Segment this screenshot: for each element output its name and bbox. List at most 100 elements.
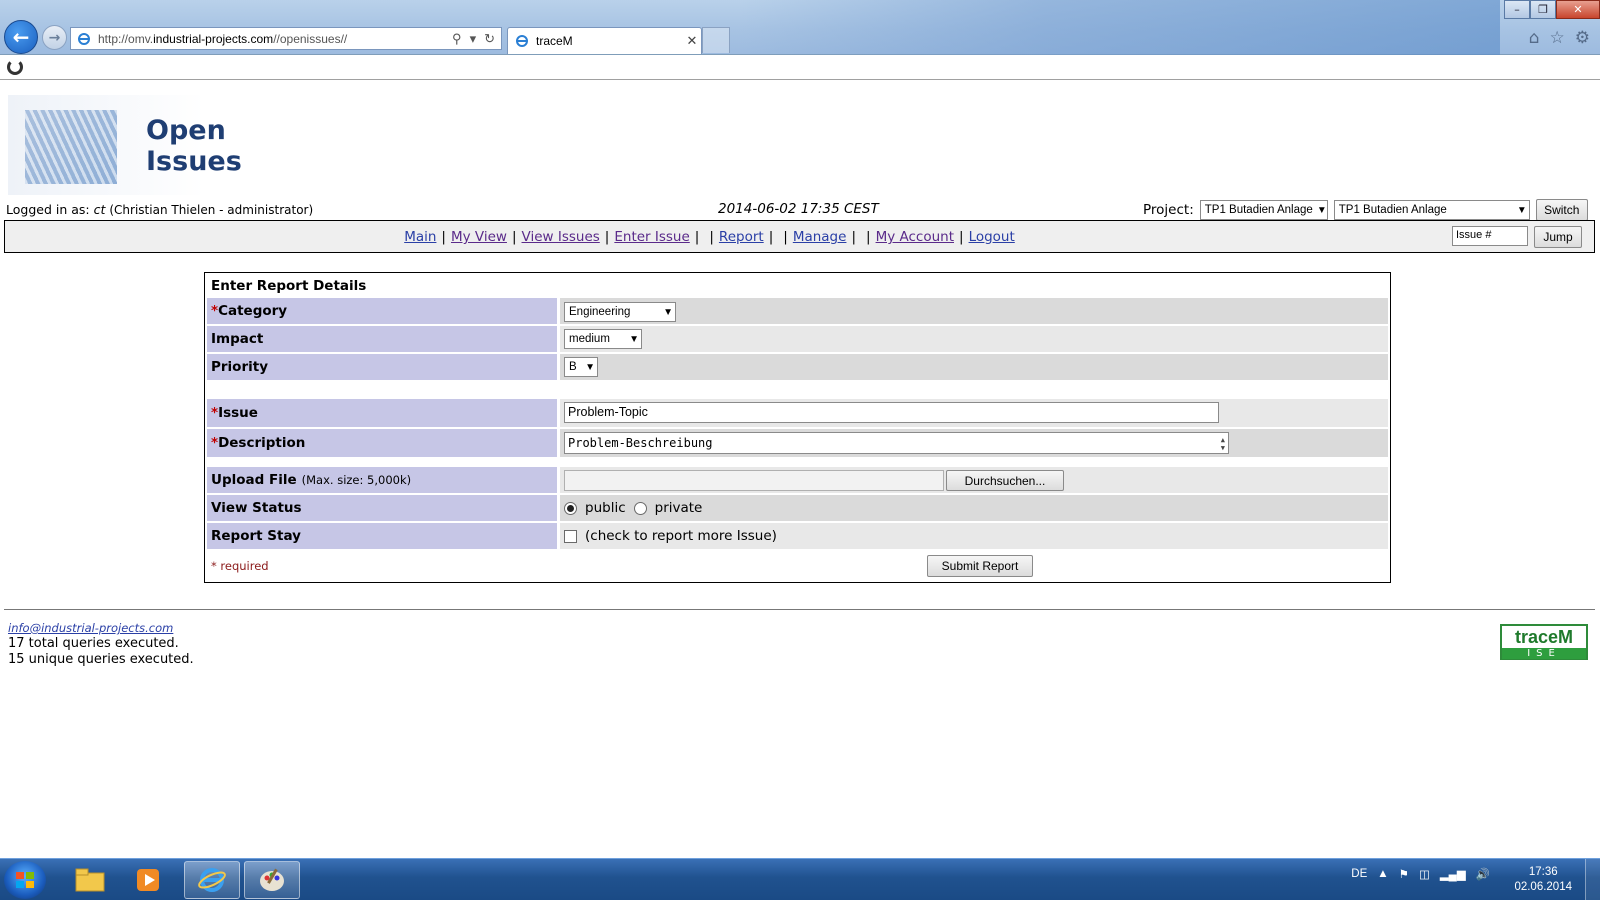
issue-row: * Issue Problem-Topic xyxy=(207,399,1388,427)
public-radio[interactable] xyxy=(564,501,577,515)
report-form: Enter Report Details * Category Engineeri… xyxy=(204,272,1391,583)
main-menu: Main | My View | View Issues | Enter Issue | | Re… xyxy=(4,220,1595,253)
home-icon[interactable]: ⌂ xyxy=(1529,28,1540,48)
file-path-input[interactable] xyxy=(564,470,944,491)
chevron-down-icon: ▼ xyxy=(629,333,639,345)
internet-explorer-icon xyxy=(198,868,226,892)
impact-select[interactable]: medium ▼ xyxy=(564,329,642,349)
description-row: * Description Problem-Beschreibung ▲ ▼ xyxy=(207,429,1388,457)
minimize-button[interactable]: – xyxy=(1504,0,1530,19)
category-select[interactable]: Engineering ▼ xyxy=(564,302,676,322)
private-radio[interactable] xyxy=(633,501,647,515)
chevron-down-icon: ▼ xyxy=(1316,204,1327,216)
project-select-2[interactable]: TP1 Butadien Anlage ▼ xyxy=(1333,200,1530,220)
page-title: Open Issues xyxy=(146,115,242,177)
menu-manage[interactable]: Manage xyxy=(793,229,847,245)
browser-tab[interactable]: traceM ✕ xyxy=(507,27,702,54)
menu-report[interactable]: Report xyxy=(719,229,764,245)
jump-button[interactable]: Jump xyxy=(1534,226,1582,248)
language-indicator[interactable]: DE xyxy=(1351,868,1367,880)
favorites-star-icon[interactable]: ☆ xyxy=(1550,28,1565,48)
close-tab-icon[interactable]: ✕ xyxy=(683,33,701,49)
action-center-flag-icon[interactable]: ⚑ xyxy=(1399,867,1409,881)
command-bar xyxy=(0,56,1600,80)
menu-logout[interactable]: Logout xyxy=(969,229,1015,245)
tab-title: traceM xyxy=(536,34,573,48)
tracem-logo[interactable]: traceM ISE xyxy=(1500,624,1588,660)
user-fullname: (Christian Thielen - administrator) xyxy=(109,203,314,217)
category-row: * Category Engineering ▼ xyxy=(207,298,1388,324)
priority-select[interactable]: B ▼ xyxy=(564,357,598,377)
username: ct xyxy=(93,202,106,217)
paint-palette-icon xyxy=(260,868,284,891)
maximize-button[interactable]: ❐ xyxy=(1530,0,1556,19)
required-note: * required xyxy=(211,559,269,573)
device-icon[interactable]: ◫ xyxy=(1419,867,1430,881)
taskbar-explorer[interactable] xyxy=(62,861,118,899)
windows-logo-icon xyxy=(16,872,34,888)
taskbar-media-player[interactable] xyxy=(120,861,176,899)
view-status-row: View Status public private xyxy=(207,495,1388,521)
required-mark: * xyxy=(211,435,219,451)
menu-my-account[interactable]: My Account xyxy=(876,229,954,245)
browser-chrome: ← → http://omv.industrial-projects.com//… xyxy=(0,0,1600,55)
dropdown-icon[interactable]: ▾ xyxy=(470,31,477,47)
required-mark: * xyxy=(211,303,219,319)
taskbar: DE ▲ ⚑ ◫ ▂▄▆ 🔊 17:36 02.06.2014 xyxy=(0,858,1600,901)
unique-queries-text: 15 unique queries executed. xyxy=(8,652,194,667)
media-player-icon xyxy=(137,869,159,891)
menu-my-view[interactable]: My View xyxy=(451,229,507,245)
issue-input[interactable]: Problem-Topic xyxy=(564,402,1219,423)
menu-enter-issue[interactable]: Enter Issue xyxy=(614,229,689,245)
form-title: Enter Report Details xyxy=(211,278,367,294)
address-url[interactable]: http://omv.industrial-projects.com//open… xyxy=(98,32,452,46)
taskbar-internet-explorer[interactable] xyxy=(184,861,240,899)
file-upload: Durchsuchen... xyxy=(564,470,1064,491)
chevron-down-icon: ▼ xyxy=(585,361,595,373)
arrow-right-icon: → xyxy=(48,29,61,46)
folder-icon xyxy=(75,868,105,892)
login-info: Logged in as: ct (Christian Thielen - ad… xyxy=(6,202,314,217)
browse-button[interactable]: Durchsuchen... xyxy=(946,470,1064,491)
system-clock[interactable]: 17:36 02.06.2014 xyxy=(1514,865,1572,895)
report-stay-checkbox[interactable] xyxy=(564,529,577,543)
switch-button[interactable]: Switch xyxy=(1535,199,1588,221)
gear-icon[interactable]: ⚙ xyxy=(1575,28,1590,48)
contact-email-link[interactable]: info@industrial-projects.com xyxy=(8,621,173,635)
back-button[interactable]: ← xyxy=(4,20,38,54)
impact-row: Impact medium ▼ xyxy=(207,326,1388,352)
description-textarea[interactable]: Problem-Beschreibung ▲ ▼ xyxy=(564,432,1229,454)
taskbar-paint[interactable] xyxy=(244,861,300,899)
arrow-left-icon: ← xyxy=(12,25,30,49)
new-tab-button[interactable] xyxy=(702,27,730,53)
close-window-button[interactable]: ✕ xyxy=(1556,0,1600,19)
address-bar[interactable]: http://omv.industrial-projects.com//open… xyxy=(70,27,502,50)
start-button[interactable] xyxy=(4,861,46,899)
show-desktop-button[interactable] xyxy=(1585,859,1600,901)
report-stay-row: Report Stay (check to report more Issue) xyxy=(207,523,1388,549)
network-signal-icon[interactable]: ▂▄▆ xyxy=(1440,867,1466,881)
menu-view-issues[interactable]: View Issues xyxy=(522,229,600,245)
issue-number-input[interactable]: Issue # xyxy=(1452,226,1528,246)
forward-button[interactable]: → xyxy=(42,25,67,50)
chevron-down-icon: ▼ xyxy=(1516,204,1527,216)
project-label: Project: xyxy=(1143,202,1194,218)
refresh-icon[interactable]: ↻ xyxy=(484,31,495,47)
priority-row: Priority B ▼ xyxy=(207,354,1388,380)
search-icon[interactable]: ⚲ xyxy=(452,31,462,47)
show-hidden-icons-icon[interactable]: ▲ xyxy=(1377,868,1388,880)
page-banner: Open Issues xyxy=(8,95,254,195)
ie-tab-icon xyxy=(514,33,530,49)
total-queries-text: 17 total queries executed. xyxy=(8,636,179,651)
footer-divider xyxy=(4,609,1595,610)
chevron-down-icon: ▼ xyxy=(663,306,673,318)
banner-image xyxy=(25,110,117,184)
submit-report-button[interactable]: Submit Report xyxy=(927,555,1033,577)
textarea-scroll-arrows-icon[interactable]: ▲ ▼ xyxy=(1221,436,1225,452)
current-datetime: 2014-06-02 17:35 CEST xyxy=(718,201,879,217)
menu-main[interactable]: Main xyxy=(404,229,436,245)
ie-page-icon xyxy=(76,31,92,47)
volume-icon[interactable]: 🔊 xyxy=(1476,867,1490,881)
loading-spinner-icon xyxy=(7,59,23,75)
project-select-1[interactable]: TP1 Butadien Anlage ▼ xyxy=(1199,200,1328,220)
